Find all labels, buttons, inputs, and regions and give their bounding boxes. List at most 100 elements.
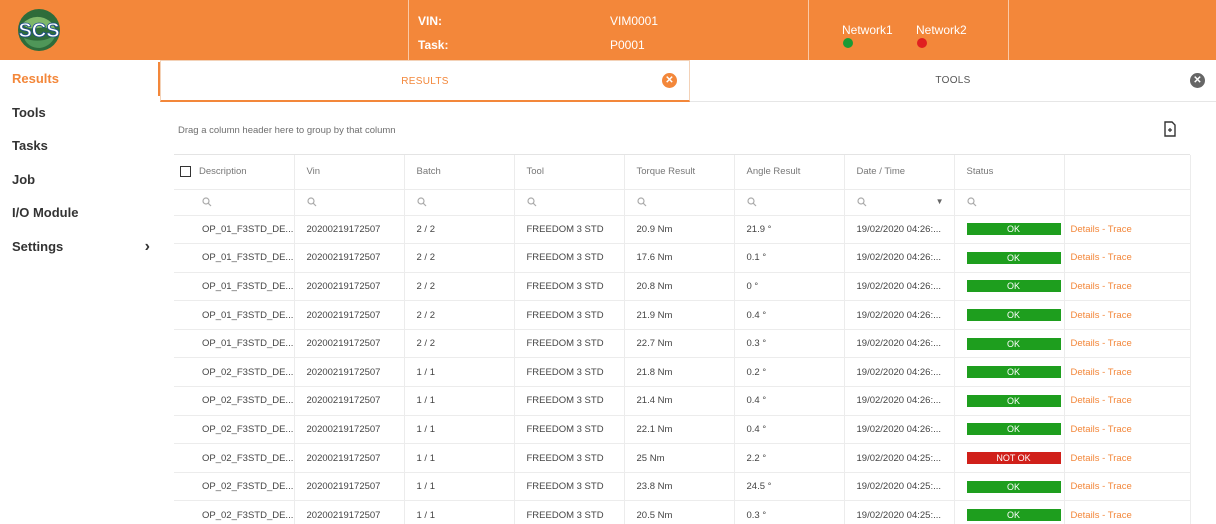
table-row[interactable]: OP_02_F3STD_DE... 20200219172507 1 / 1 FREE… <box>174 500 1191 524</box>
sidebar-item-io-module[interactable]: I/O Module <box>0 196 160 230</box>
details-trace-link[interactable]: Details - Trace <box>1071 367 1132 378</box>
vin-value: VIM0001 <box>610 14 659 28</box>
tab-results[interactable]: RESULTS <box>160 60 690 102</box>
column-header-tool[interactable]: Tool <box>514 155 625 190</box>
cell-actions: Details - Trace <box>1064 272 1191 302</box>
cell-actions: Details - Trace <box>1064 215 1191 245</box>
cell-vin: 20200219172507 <box>294 243 405 273</box>
status-filter[interactable] <box>954 189 1065 216</box>
details-trace-link[interactable]: Details - Trace <box>1071 310 1132 321</box>
table-row[interactable]: OP_02_F3STD_DE... 20200219172507 1 / 1 FREE… <box>174 357 1191 388</box>
cell-date-time: 19/02/2020 04:26:... <box>844 215 955 245</box>
column-header-torque-result[interactable]: Torque Result <box>624 155 735 190</box>
tab-label: TOOLS <box>935 75 971 86</box>
torque-filter[interactable] <box>624 189 735 216</box>
cell-actions: Details - Trace <box>1064 329 1191 359</box>
cell-tool: FREEDOM 3 STD <box>514 500 625 524</box>
cell-torque: 22.1 Nm <box>624 415 735 445</box>
details-trace-link[interactable]: Details - Trace <box>1071 395 1132 406</box>
cell-description: OP_02_F3STD_DE... <box>174 386 295 416</box>
details-trace-link[interactable]: Details - Trace <box>1071 281 1132 292</box>
table-row[interactable]: OP_01_F3STD_DE... 20200219172507 2 / 2 FREE… <box>174 272 1191 302</box>
search-icon <box>526 197 536 207</box>
chevron-down-icon[interactable]: ▼ <box>936 197 944 206</box>
table-row[interactable]: OP_01_F3STD_DE... 20200219172507 2 / 2 FREE… <box>174 215 1191 245</box>
cell-angle: 0.1 ° <box>734 243 845 273</box>
close-tab-results-icon[interactable]: ✕ <box>662 73 677 88</box>
tool-filter[interactable] <box>514 189 625 216</box>
close-tab-tools-icon[interactable]: ✕ <box>1190 73 1205 88</box>
cell-date-time: 19/02/2020 04:26:... <box>844 386 955 416</box>
cell-batch: 1 / 1 <box>404 357 515 388</box>
sidebar-item-label: Job <box>12 172 36 187</box>
cell-status: OK <box>954 215 1065 245</box>
column-header-description[interactable]: Description <box>174 155 295 190</box>
details-trace-link[interactable]: Details - Trace <box>1071 481 1132 492</box>
vin-filter[interactable] <box>294 189 405 216</box>
details-trace-link[interactable]: Details - Trace <box>1071 424 1132 435</box>
sidebar-item-results[interactable]: Results <box>0 62 161 96</box>
details-trace-link[interactable]: Details - Trace <box>1071 338 1132 349</box>
select-all-checkbox[interactable] <box>180 166 191 178</box>
cell-status: OK <box>954 415 1065 445</box>
details-trace-link[interactable]: Details - Trace <box>1071 510 1132 521</box>
cell-status: OK <box>954 243 1065 273</box>
sidebar-item-job[interactable]: Job <box>0 163 160 197</box>
table-row[interactable]: OP_02_F3STD_DE... 20200219172507 1 / 1 FREE… <box>174 415 1191 445</box>
status-badge: OK <box>966 309 1061 322</box>
details-trace-link[interactable]: Details - Trace <box>1071 224 1132 235</box>
table-row[interactable]: OP_01_F3STD_DE... 20200219172507 2 / 2 FREE… <box>174 243 1191 273</box>
sidebar-item-tasks[interactable]: Tasks <box>0 129 160 163</box>
filter-row: ▼ <box>174 189 1191 216</box>
export-icon[interactable] <box>1163 121 1177 137</box>
date-filter[interactable]: ▼ <box>844 189 955 216</box>
column-header-date-time[interactable]: Date / Time <box>844 155 955 190</box>
cell-date-time: 19/02/2020 04:26:... <box>844 272 955 302</box>
sidebar-item-tools[interactable]: Tools <box>0 96 160 130</box>
column-header-angle-result[interactable]: Angle Result <box>734 155 845 190</box>
sidebar-item-label: Tasks <box>12 138 48 153</box>
cell-batch: 2 / 2 <box>404 300 515 330</box>
details-trace-link[interactable]: Details - Trace <box>1071 252 1132 263</box>
cell-torque: 20.8 Nm <box>624 272 735 302</box>
cell-batch: 1 / 1 <box>404 443 515 473</box>
tab-tools[interactable]: TOOLS <box>690 60 1216 102</box>
description-filter[interactable] <box>174 189 295 216</box>
details-trace-link[interactable]: Details - Trace <box>1071 453 1132 464</box>
cell-vin: 20200219172507 <box>294 272 405 302</box>
table-row[interactable]: OP_01_F3STD_DE... 20200219172507 2 / 2 FREE… <box>174 300 1191 330</box>
cell-status: OK <box>954 386 1065 416</box>
cell-angle: 0 ° <box>734 272 845 302</box>
cell-status: OK <box>954 357 1065 388</box>
cell-actions: Details - Trace <box>1064 300 1191 330</box>
sidebar-item-settings[interactable]: Settings › <box>0 230 160 264</box>
column-header-vin[interactable]: Vin <box>294 155 405 190</box>
actions-filter-cell <box>1064 189 1191 216</box>
table-row[interactable]: OP_02_F3STD_DE... 20200219172507 1 / 1 FREE… <box>174 443 1191 473</box>
header-row: Description Vin Batch Tool Torque Result… <box>174 155 1191 190</box>
group-by-hint[interactable]: Drag a column header here to group by th… <box>178 125 396 136</box>
search-icon <box>202 197 212 207</box>
table-row[interactable]: OP_01_F3STD_DE... 20200219172507 2 / 2 FREE… <box>174 329 1191 359</box>
column-header-batch[interactable]: Batch <box>404 155 515 190</box>
cell-batch: 2 / 2 <box>404 215 515 245</box>
table-row[interactable]: OP_02_F3STD_DE... 20200219172507 1 / 1 FREE… <box>174 472 1191 502</box>
cell-actions: Details - Trace <box>1064 472 1191 502</box>
angle-filter[interactable] <box>734 189 845 216</box>
cell-status: OK <box>954 300 1065 330</box>
column-header-status[interactable]: Status <box>954 155 1065 190</box>
cell-date-time: 19/02/2020 04:26:... <box>844 300 955 330</box>
tab-label: RESULTS <box>401 76 449 87</box>
cell-vin: 20200219172507 <box>294 386 405 416</box>
cell-torque: 21.8 Nm <box>624 357 735 388</box>
status-badge: OK <box>966 223 1061 236</box>
batch-filter[interactable] <box>404 189 515 216</box>
cell-status: OK <box>954 472 1065 502</box>
status-badge: OK <box>966 480 1061 493</box>
cell-angle: 0.4 ° <box>734 300 845 330</box>
search-icon <box>966 197 976 207</box>
cell-torque: 20.9 Nm <box>624 215 735 245</box>
cell-torque: 20.5 Nm <box>624 500 735 524</box>
table-row[interactable]: OP_02_F3STD_DE... 20200219172507 1 / 1 FREE… <box>174 386 1191 416</box>
network1-status-dot <box>843 38 853 48</box>
